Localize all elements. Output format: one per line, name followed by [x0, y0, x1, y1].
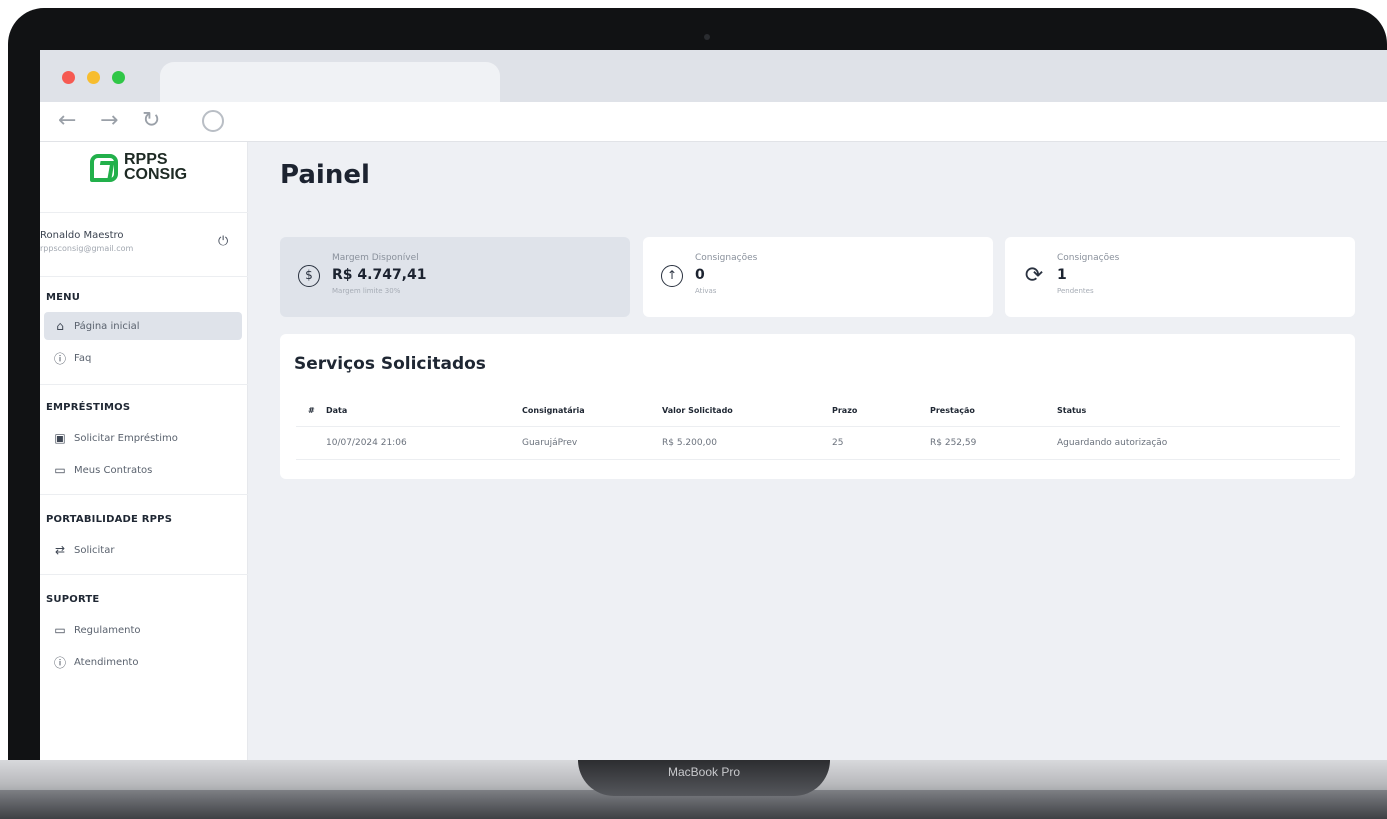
- column-header: #: [296, 396, 326, 427]
- user-email: rppsconsig@gmail.com: [40, 244, 134, 253]
- card-sub: Ativas: [695, 287, 717, 295]
- laptop-frame: ← → ↻ RPPS CONSIG Ronaldo Maestro rppsco…: [0, 0, 1387, 819]
- card-sub: Margem limite 30%: [332, 287, 401, 295]
- divider: [40, 212, 248, 213]
- card-margem-disponivel[interactable]: $ Margem Disponível R$ 4.747,41 Margem l…: [280, 237, 630, 317]
- sidebar-item-label: Faq: [74, 352, 92, 364]
- cell-prestacao: R$ 252,59: [930, 426, 1057, 460]
- browser-window: ← → ↻ RPPS CONSIG Ronaldo Maestro rppsco…: [40, 50, 1387, 760]
- browser-toolbar: ← → ↻: [40, 102, 1387, 142]
- sidebar-item-label: Página inicial: [74, 320, 140, 332]
- sidebar-item-label: Solicitar: [74, 544, 115, 556]
- services-table: # Data Consignatária Valor Solicitado Pr…: [296, 396, 1340, 460]
- camera: [704, 34, 710, 40]
- card-value: 0: [695, 267, 705, 283]
- sidebar-item-label: Atendimento: [74, 656, 139, 668]
- globe-icon: [202, 110, 224, 132]
- cell-valor: R$ 5.200,00: [662, 426, 832, 460]
- logo-mark-icon: [90, 154, 118, 182]
- section-title-menu: MENU: [46, 292, 81, 303]
- back-arrow-icon[interactable]: ←: [58, 110, 76, 132]
- card-value: 1: [1057, 267, 1067, 283]
- sidebar-item-meus-contratos[interactable]: ▭ Meus Contratos: [44, 456, 242, 484]
- divider: [40, 276, 248, 277]
- transfer-icon: ⇄: [54, 543, 66, 557]
- maximize-window-button[interactable]: [112, 71, 125, 84]
- sidebar-item-solicitar-emprestimo[interactable]: ▣ Solicitar Empréstimo: [44, 424, 242, 452]
- column-header: Prestação: [930, 396, 1057, 427]
- sidebar-item-solicitar[interactable]: ⇄ Solicitar: [44, 536, 242, 564]
- info-icon: ⓘ: [54, 655, 67, 670]
- refresh-icon: ⟳: [1024, 263, 1044, 288]
- device-label: MacBook Pro: [667, 765, 741, 779]
- column-header: Prazo: [832, 396, 930, 427]
- divider: [40, 384, 248, 385]
- column-header: Data: [326, 396, 522, 427]
- card-value: R$ 4.747,41: [332, 267, 427, 283]
- card-label: Margem Disponível: [332, 253, 419, 263]
- sidebar-item-pagina-inicial[interactable]: ⌂ Página inicial: [44, 312, 242, 340]
- info-icon: ⓘ: [54, 351, 67, 366]
- column-header: Consignatária: [522, 396, 662, 427]
- power-icon[interactable]: ⏻: [218, 234, 228, 249]
- page-title: Painel: [280, 160, 370, 190]
- services-panel: Serviços Solicitados # Data Consignatári…: [280, 334, 1355, 479]
- cell-index: [296, 426, 326, 460]
- close-window-button[interactable]: [62, 71, 75, 84]
- brand-line-2: CONSIG: [124, 166, 188, 183]
- user-name: Ronaldo Maestro: [40, 230, 124, 241]
- section-title-emprestimos: EMPRÉSTIMOS: [46, 402, 131, 413]
- folder-icon: ▭: [54, 623, 66, 637]
- brand-logo[interactable]: RPPS CONSIG: [90, 150, 200, 190]
- reload-icon[interactable]: ↻: [142, 110, 160, 132]
- minimize-window-button[interactable]: [87, 71, 100, 84]
- cell-consignataria: GuarujáPrev: [522, 426, 662, 460]
- cell-prazo: 25: [832, 426, 930, 460]
- services-title: Serviços Solicitados: [294, 354, 486, 374]
- table-header-row: # Data Consignatária Valor Solicitado Pr…: [296, 396, 1340, 427]
- divider: [40, 574, 248, 575]
- cell-status: Aguardando autorização: [1057, 426, 1340, 460]
- sidebar-item-label: Solicitar Empréstimo: [74, 432, 178, 444]
- main-content: Painel $ Margem Disponível R$ 4.747,41 M…: [248, 142, 1387, 760]
- brand-line-1: RPPS: [124, 151, 168, 168]
- divider: [40, 494, 248, 495]
- sidebar-item-label: Regulamento: [74, 624, 141, 636]
- table-row[interactable]: 10/07/2024 21:06 GuarujáPrev R$ 5.200,00…: [296, 426, 1340, 460]
- card-sub: Pendentes: [1057, 287, 1094, 295]
- folder-icon: ▭: [54, 463, 66, 477]
- sidebar: RPPS CONSIG Ronaldo Maestro rppsconsig@g…: [40, 142, 248, 760]
- cell-date: 10/07/2024 21:06: [326, 426, 522, 460]
- arrow-up-icon: ↑: [661, 265, 683, 287]
- section-title-suporte: SUPORTE: [46, 594, 100, 605]
- wallet-icon: ▣: [54, 431, 66, 445]
- dollar-icon: $: [298, 265, 320, 287]
- sidebar-item-regulamento[interactable]: ▭ Regulamento: [44, 616, 242, 644]
- tab-bar: [40, 50, 1387, 102]
- column-header: Valor Solicitado: [662, 396, 832, 427]
- card-consignacoes-ativas[interactable]: ↑ Consignações 0 Ativas: [643, 237, 993, 317]
- forward-arrow-icon[interactable]: →: [100, 110, 118, 132]
- home-icon: ⌂: [56, 319, 64, 333]
- card-label: Consignações: [695, 253, 758, 263]
- sidebar-item-faq[interactable]: ⓘ Faq: [44, 344, 242, 372]
- card-label: Consignações: [1057, 253, 1120, 263]
- card-consignacoes-pendentes[interactable]: ⟳ Consignações 1 Pendentes: [1005, 237, 1355, 317]
- sidebar-item-label: Meus Contratos: [74, 464, 153, 476]
- section-title-portabilidade: PORTABILIDADE RPPS: [46, 514, 173, 525]
- sidebar-item-atendimento[interactable]: ⓘ Atendimento: [44, 648, 242, 676]
- column-header: Status: [1057, 396, 1340, 427]
- browser-tab[interactable]: [160, 62, 500, 102]
